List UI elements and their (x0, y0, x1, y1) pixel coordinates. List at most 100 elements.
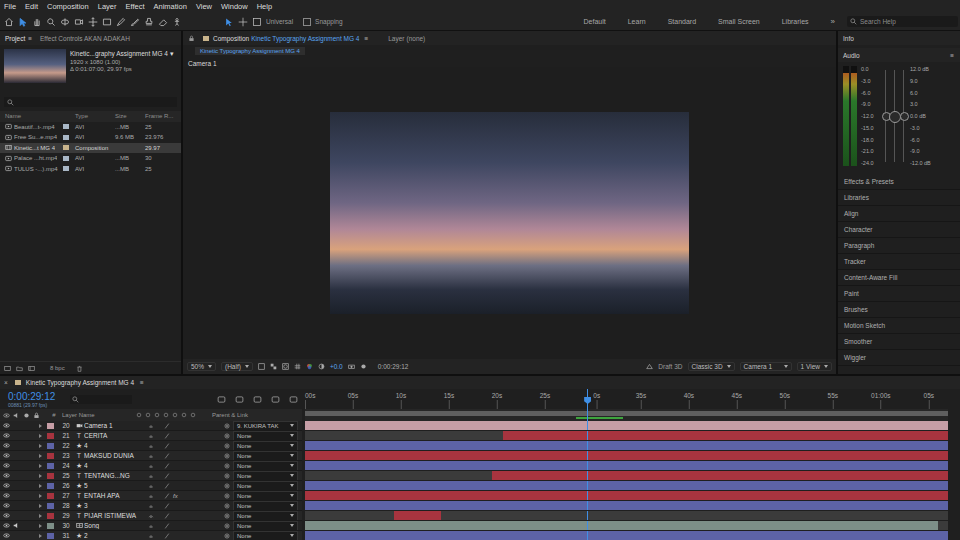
viewer-tab[interactable]: Layer (none) (388, 35, 425, 42)
shy-switch-icon[interactable] (148, 443, 154, 449)
composition-stage[interactable] (183, 67, 836, 359)
tool-icon[interactable] (88, 17, 98, 27)
trash-icon[interactable] (76, 365, 83, 372)
panel-header[interactable]: Paragraph (838, 238, 960, 254)
tool-icon[interactable] (4, 17, 14, 27)
layer-row[interactable]: 27TENTAH APAfxNone (0, 491, 302, 501)
expand-arrow[interactable] (39, 444, 42, 448)
search-help-field[interactable]: Search Help (847, 16, 958, 27)
eye-icon[interactable] (3, 462, 10, 469)
layer-row[interactable]: 24★4None (0, 461, 302, 471)
slider-knob[interactable] (900, 112, 909, 121)
timeline-switch-icon[interactable] (235, 395, 244, 404)
project-item[interactable]: Palace ...ht.mp4AVI...MB30 (0, 153, 181, 164)
layer-label-color[interactable] (47, 513, 54, 519)
eye-icon[interactable] (3, 532, 10, 539)
time-ruler[interactable]: 00s05s10s15s20s25s0s35s40s45s50s55s01:00… (305, 389, 960, 409)
timeline-switch-icon[interactable] (289, 395, 298, 404)
shy-switch-icon[interactable] (148, 493, 154, 499)
layer-label-color[interactable] (47, 453, 54, 459)
workspace-tab[interactable]: Default (584, 18, 606, 25)
layer-row[interactable]: 31★2None (0, 531, 302, 540)
project-item[interactable]: Kinetic...t MG 4Composition29.97 (0, 143, 181, 154)
work-area[interactable] (305, 411, 948, 416)
menu-item[interactable]: Animation (154, 2, 187, 11)
panel-header[interactable]: Brushes (838, 302, 960, 318)
snap-mode-label[interactable]: Universal (266, 18, 293, 25)
menu-item[interactable]: Composition (47, 2, 89, 11)
layer-row[interactable]: 23TMAKSUD DUNIANone (0, 451, 302, 461)
layer-label-color[interactable] (47, 503, 54, 509)
pick-whip-icon[interactable] (224, 423, 230, 429)
pick-whip-icon[interactable] (224, 493, 230, 499)
mask-icon[interactable] (282, 363, 289, 370)
parent-dropdown[interactable]: 9. KUKIRA TAK (233, 421, 298, 431)
layer-row[interactable]: 22★4None (0, 441, 302, 451)
snapping-label[interactable]: Snapping (315, 18, 342, 25)
layer-row[interactable]: 26★5None (0, 481, 302, 491)
close-tab-button[interactable]: × (4, 379, 8, 386)
layer-label-color[interactable] (47, 523, 54, 529)
layer-label-color[interactable] (47, 463, 54, 469)
parent-dropdown[interactable]: None (233, 431, 298, 441)
label-color-swatch[interactable] (63, 124, 69, 129)
grid-icon[interactable] (294, 363, 301, 370)
layer-name-column-header[interactable]: Layer Name (62, 412, 134, 418)
volume-slider[interactable] (903, 70, 904, 162)
panel-header[interactable]: Wiggler (838, 350, 960, 366)
timeline-switch-icon[interactable] (271, 395, 280, 404)
timeline-tab[interactable]: ×Kinetic Typography Assignment MG 4≡ (0, 379, 144, 386)
panel-header[interactable]: Tracker (838, 254, 960, 270)
camera-dropdown[interactable]: Camera 1 (740, 362, 792, 371)
lock-icon[interactable] (188, 35, 195, 42)
current-time[interactable]: 0:00:29:12 (378, 363, 409, 370)
menu-item[interactable]: Edit (25, 2, 38, 11)
workspace-tab[interactable]: Libraries (782, 18, 809, 25)
zoom-dropdown[interactable]: 50% (187, 362, 216, 371)
quality-switch-icon[interactable] (164, 423, 170, 429)
layer-row[interactable]: 29TPIJAR ISTIMEWANone (0, 511, 302, 521)
eye-icon[interactable] (3, 522, 10, 529)
eye-icon[interactable] (3, 422, 10, 429)
panel-header[interactable]: Motion Sketch (838, 318, 960, 334)
layer-label-color[interactable] (47, 533, 54, 539)
layer-duration-bar[interactable] (503, 431, 948, 440)
tool-icon[interactable] (32, 17, 42, 27)
tool-icon[interactable] (18, 17, 28, 27)
layer-label-color[interactable] (47, 443, 54, 449)
panel-header[interactable]: Smoother (838, 334, 960, 350)
workspace-tab[interactable]: Learn (628, 18, 646, 25)
quality-switch-icon[interactable] (164, 433, 170, 439)
select-axis-icon[interactable] (224, 17, 234, 27)
parent-dropdown[interactable]: None (233, 531, 298, 540)
expand-arrow[interactable] (39, 524, 42, 528)
quality-switch-icon[interactable] (164, 453, 170, 459)
layer-duration-bar[interactable] (305, 531, 948, 540)
expand-arrow[interactable] (39, 424, 42, 428)
parent-dropdown[interactable]: None (233, 501, 298, 511)
audio-panel-header[interactable]: Audio≡ (838, 48, 960, 62)
transparency-grid-icon[interactable] (270, 363, 277, 370)
workspace-overflow[interactable]: » (831, 17, 835, 26)
parent-dropdown[interactable]: None (233, 511, 298, 521)
tool-icon[interactable] (158, 17, 168, 27)
preview-name[interactable]: Kinetic...graphy Assignment MG 4 ▾ (70, 50, 174, 58)
channel-icon[interactable] (306, 363, 313, 370)
shy-switch-icon[interactable] (148, 513, 154, 519)
expand-arrow[interactable] (39, 464, 42, 468)
snapping-checkbox[interactable] (303, 18, 311, 26)
playhead[interactable] (587, 389, 588, 409)
layer-label-color[interactable] (47, 473, 54, 479)
tool-icon[interactable] (144, 17, 154, 27)
eye-icon[interactable] (3, 452, 10, 459)
column-header[interactable]: Frame R... (145, 113, 175, 119)
label-color-swatch[interactable] (63, 135, 69, 140)
new-folder-icon[interactable] (16, 365, 23, 372)
column-header[interactable]: Name (5, 113, 63, 119)
shy-switch-icon[interactable] (148, 503, 154, 509)
exposure-value[interactable]: +0.0 (330, 363, 343, 370)
quality-switch-icon[interactable] (164, 523, 170, 529)
effect-switch[interactable]: fx (173, 493, 178, 499)
eye-icon[interactable] (3, 512, 10, 519)
project-search-field[interactable] (4, 97, 177, 107)
